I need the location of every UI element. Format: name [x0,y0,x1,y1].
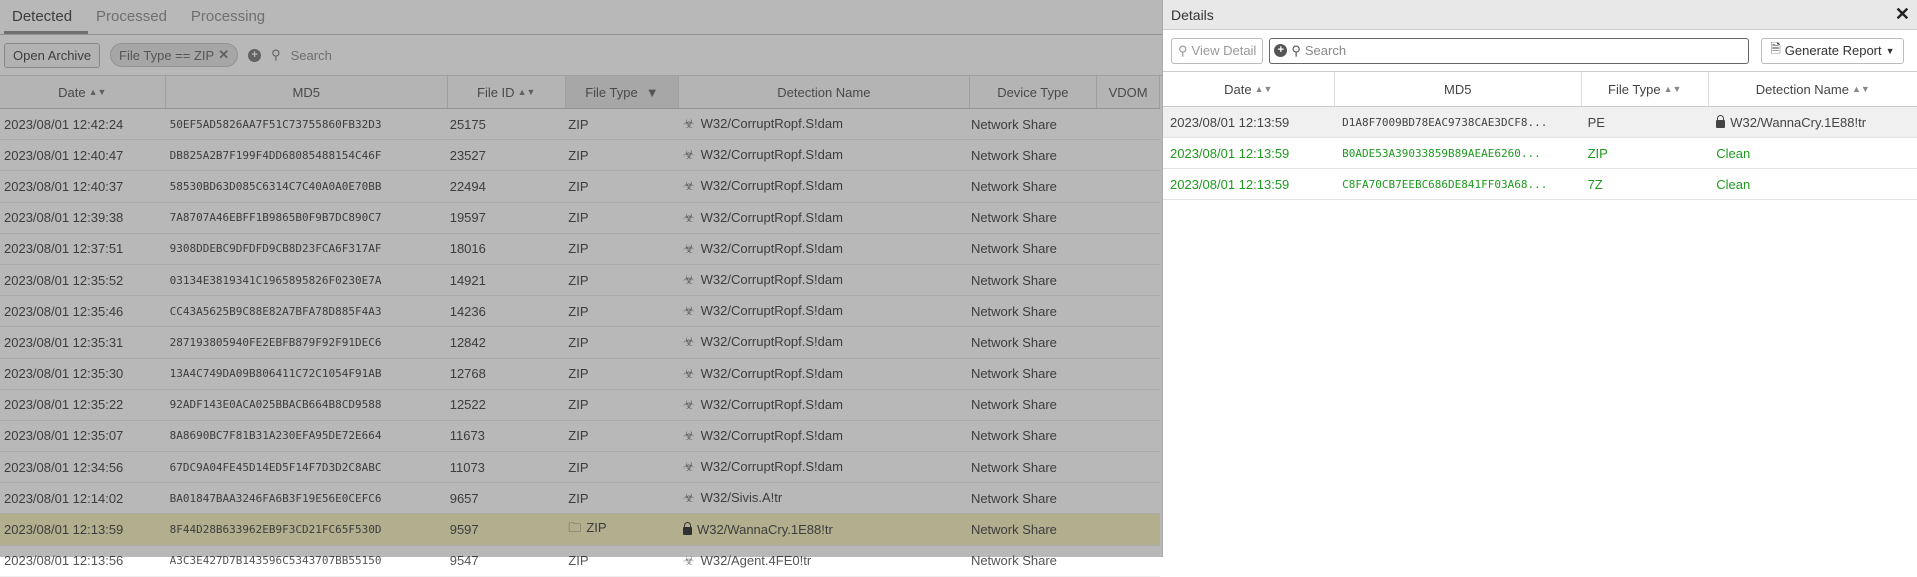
cell-date: 2023/08/01 12:13:59 [1170,176,1290,192]
close-icon[interactable]: ✕ [1895,4,1910,25]
cell-file-type: 7Z [1587,176,1603,192]
cell-file-type: ZIP [1587,145,1608,161]
cell-md5: B0ADE53A39033859B89AEAE6260... [1342,146,1541,160]
details-row[interactable]: 2023/08/01 12:13:59 C8FA70CB7EEBC686DE841… [1163,169,1917,200]
chevron-down-icon: ▼ [1885,45,1895,56]
cell-md5: C8FA70CB7EEBC686DE841FF03A68... [1342,177,1548,191]
sort-icon: ▲▼ [1254,84,1273,94]
header-file-type[interactable]: File Type ▲▼ [1582,72,1709,106]
panel-toolbar: ⚲ View Detail + ⚲ Search 🗎 Generate Repo… [1163,30,1917,71]
view-detail-button[interactable]: ⚲ View Detail [1171,37,1264,64]
cell-md5: D1A8F7009BD78EAC9738CAE3DCF8... [1342,115,1548,129]
sort-icon: ▲▼ [1663,84,1682,94]
lock-icon [1716,114,1726,128]
details-row[interactable]: 2023/08/01 12:13:59 B0ADE53A39033859B89AE… [1163,138,1917,169]
panel-title: Details [1171,6,1214,23]
header-date[interactable]: Date ▲▼ [1163,72,1335,106]
cell-file-type: PE [1587,114,1605,130]
panel-header: Details ✕ [1163,0,1917,30]
generate-report-button[interactable]: 🗎 Generate Report ▼ [1761,37,1904,64]
cell-detection-name: Clean [1716,176,1751,192]
details-row[interactable]: 2023/08/01 12:13:59 D1A8F7009BD78EAC9738C… [1163,107,1917,138]
details-table-body: 2023/08/01 12:13:59 D1A8F7009BD78EAC9738C… [1163,107,1917,200]
panel-search-field[interactable]: + ⚲ Search [1269,37,1750,64]
details-table: Date ▲▼ MD5 File Type ▲▼ Detection Name ▲▼ … [1163,71,1917,200]
search-icon: ⚲ [1291,42,1301,58]
cell-date: 2023/08/01 12:13:59 [1170,114,1290,130]
panel-search-input[interactable]: Search [1305,43,1346,58]
cell-detection-name: W32/WannaCry.1E88!tr [1709,114,1917,130]
header-md5[interactable]: MD5 [1335,72,1582,106]
search-icon: ⚲ [1178,42,1188,58]
sort-icon: ▲▼ [1851,84,1870,94]
details-panel: Details ✕ ⚲ View Detail + ⚲ Search 🗎 Gen… [1162,0,1917,557]
modal-overlay[interactable] [0,0,1162,557]
details-table-header: Date ▲▼ MD5 File Type ▲▼ Detection Name ▲▼ [1163,72,1917,107]
add-filter-icon[interactable]: + [1274,44,1288,57]
cell-date: 2023/08/01 12:13:59 [1170,145,1290,161]
cell-detection-name: Clean [1716,145,1751,161]
header-detection-name[interactable]: Detection Name ▲▼ [1709,72,1917,106]
report-icon: 🗎 [1770,40,1781,56]
